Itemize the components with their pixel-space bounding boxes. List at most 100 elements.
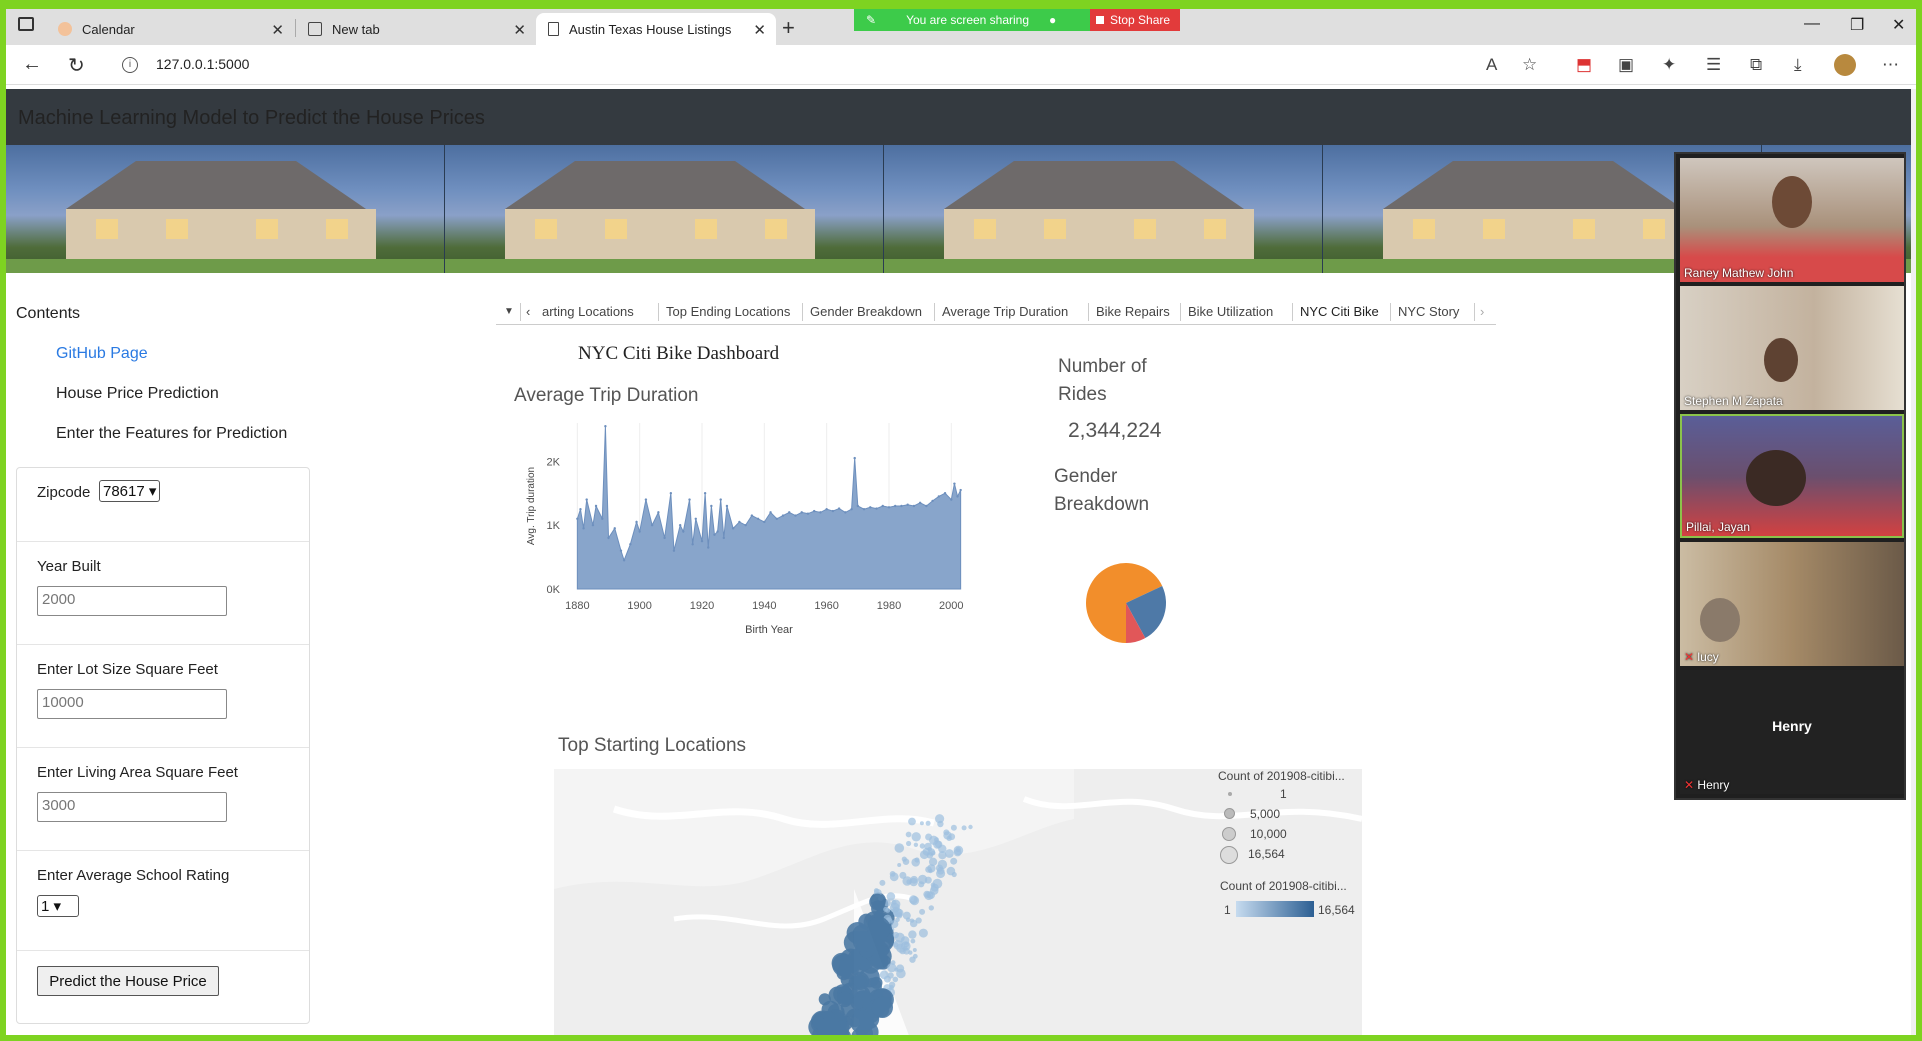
- tab-nyc-citi-bike[interactable]: NYC Citi Bike: [1300, 304, 1379, 319]
- station-dot: [838, 959, 859, 980]
- station-dot: [908, 930, 917, 939]
- station-dot: [909, 918, 915, 923]
- station-dot: [894, 843, 905, 853]
- predict-button[interactable]: Predict the House Price: [37, 966, 219, 996]
- tab-starting-locations[interactable]: arting Locations: [542, 304, 634, 319]
- station-dot: [850, 996, 864, 1010]
- tab-label: Calendar: [82, 21, 135, 37]
- video-tile[interactable]: ✕ lucy: [1680, 542, 1904, 666]
- school-rating-select[interactable]: 1 ▾: [37, 895, 79, 917]
- page-scrollbar[interactable]: [1911, 89, 1916, 1035]
- new-tab-button[interactable]: +: [782, 15, 795, 41]
- station-dot: [871, 996, 893, 1018]
- tabs-prev-icon[interactable]: ‹: [526, 304, 530, 319]
- lot-size-input[interactable]: 10000: [37, 689, 227, 719]
- station-dot: [890, 960, 896, 965]
- year-built-input[interactable]: 2000: [37, 586, 227, 616]
- favorite-star-icon[interactable]: ☆: [1522, 55, 1537, 75]
- y-tick-label: 1K: [547, 520, 561, 532]
- zipcode-select[interactable]: 78617 ▾: [99, 480, 161, 502]
- tab-label: Austin Texas House Listings: [569, 21, 732, 37]
- station-dot: [908, 817, 916, 826]
- video-call-panel: Raney Mathew John Stephen M Zapata Pilla…: [1674, 152, 1906, 800]
- data-point: [812, 509, 816, 513]
- back-arrow-icon[interactable]: ←: [22, 53, 42, 76]
- station-dot: [892, 906, 899, 913]
- rides-title: Number of Rides: [1058, 353, 1147, 409]
- download-icon[interactable]: ⤓: [1794, 55, 1802, 75]
- data-point: [881, 504, 884, 508]
- data-point: [678, 523, 682, 527]
- data-point: [853, 456, 856, 460]
- station-dot: [932, 878, 943, 889]
- station-dot: [905, 917, 911, 922]
- pocket-icon[interactable]: ⬒: [1576, 55, 1592, 75]
- station-dot: [889, 985, 894, 990]
- data-point: [763, 520, 766, 524]
- house-image: [883, 145, 1323, 273]
- data-point: [682, 530, 685, 533]
- house-banner: [6, 145, 1916, 273]
- minimize-button[interactable]: —: [1804, 15, 1820, 33]
- tab-bike-utilization[interactable]: Bike Utilization: [1188, 304, 1273, 319]
- close-window-button[interactable]: ✕: [1892, 15, 1905, 35]
- new-tab-icon: [308, 22, 322, 36]
- station-dot: [945, 849, 954, 858]
- tab-gender-breakdown[interactable]: Gender Breakdown: [810, 304, 922, 319]
- living-area-input[interactable]: 3000: [37, 792, 227, 822]
- more-icon[interactable]: ⋯: [1882, 55, 1899, 75]
- video-tile[interactable]: Henry ✕ Henry: [1680, 670, 1904, 794]
- close-icon[interactable]: ✕: [513, 21, 526, 39]
- collections-icon[interactable]: ⧉: [1750, 55, 1762, 75]
- living-area-group: Enter Living Area Square Feet 3000: [17, 748, 309, 851]
- data-point: [925, 504, 928, 508]
- read-aloud-icon[interactable]: A: [1486, 55, 1497, 75]
- x-axis-label: Birth Year: [745, 624, 793, 636]
- tab-calendar[interactable]: Calendar ✕: [46, 13, 294, 45]
- station-dot: [936, 869, 946, 879]
- size-dot: [1222, 827, 1236, 841]
- station-dot: [928, 857, 938, 866]
- url-field[interactable]: 127.0.0.1:5000: [156, 56, 249, 72]
- sharing-status: You are screen sharing: [906, 13, 1030, 27]
- color-legend-min: 1: [1224, 903, 1231, 917]
- participant-name: ✕ Henry: [1684, 778, 1730, 792]
- tab-average-trip-duration[interactable]: Average Trip Duration: [942, 304, 1068, 319]
- refresh-icon[interactable]: ↻: [68, 53, 85, 78]
- house-price-prediction-link[interactable]: House Price Prediction: [56, 385, 219, 403]
- tabs-dropdown-icon[interactable]: ▼: [504, 306, 514, 317]
- video-tile[interactable]: Raney Mathew John: [1680, 158, 1904, 282]
- gender-pie-chart: [1086, 563, 1166, 643]
- data-point: [912, 504, 916, 508]
- school-rating-value: 1: [41, 898, 50, 915]
- restore-button[interactable]: ❐: [1850, 15, 1864, 35]
- tab-austin-listings[interactable]: Austin Texas House Listings ✕: [536, 13, 776, 45]
- station-dot: [817, 1017, 841, 1035]
- video-tile[interactable]: Stephen M Zapata: [1680, 286, 1904, 410]
- color-legend-max: 16,564: [1318, 903, 1355, 917]
- enter-features-link[interactable]: Enter the Features for Prediction: [56, 425, 287, 443]
- favorites-icon[interactable]: ☰: [1706, 55, 1721, 75]
- data-point: [862, 507, 866, 511]
- video-tile[interactable]: Pillai, Jayan: [1680, 414, 1904, 538]
- tab-nyc-story[interactable]: NYC Story: [1398, 304, 1459, 319]
- close-icon[interactable]: ✕: [271, 21, 284, 39]
- data-point: [875, 507, 878, 510]
- info-icon[interactable]: i: [122, 57, 138, 73]
- tabs-next-icon[interactable]: ›: [1480, 304, 1484, 319]
- github-link[interactable]: GitHub Page: [56, 345, 148, 363]
- avg-trip-title: Average Trip Duration: [514, 385, 699, 406]
- data-point: [887, 506, 891, 509]
- station-dot: [950, 824, 957, 831]
- tab-top-ending-locations[interactable]: Top Ending Locations: [666, 304, 790, 319]
- sidebar-toggle-icon[interactable]: [18, 17, 34, 31]
- close-icon[interactable]: ✕: [753, 21, 766, 39]
- stop-share-button[interactable]: Stop Share: [1090, 9, 1180, 31]
- mic-muted-icon: ✕: [1684, 650, 1695, 664]
- tab-new-tab[interactable]: New tab ✕: [296, 13, 536, 45]
- puzzle-icon[interactable]: ✦: [1662, 55, 1676, 75]
- extension-icon[interactable]: ▣: [1618, 55, 1634, 75]
- tab-bike-repairs[interactable]: Bike Repairs: [1096, 304, 1170, 319]
- data-point: [703, 492, 707, 495]
- profile-avatar[interactable]: [1834, 54, 1856, 76]
